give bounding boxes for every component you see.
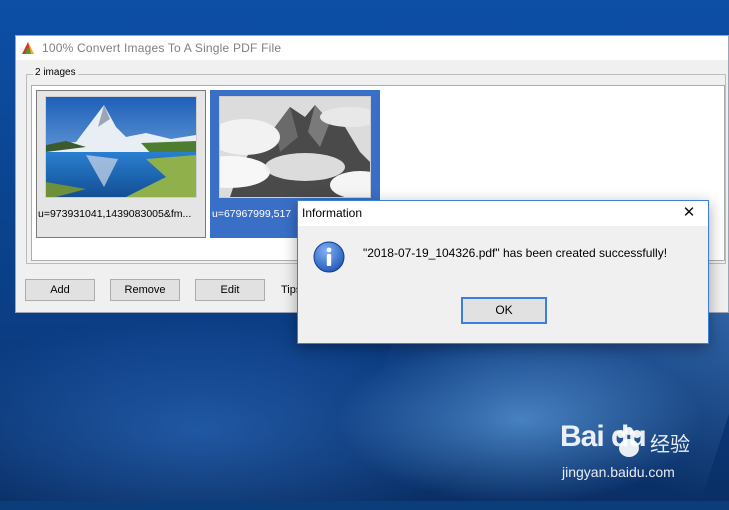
window-title: 100% Convert Images To A Single PDF File	[42, 41, 282, 55]
close-icon[interactable]: ✕	[674, 202, 704, 224]
watermark-cn: 经验	[650, 434, 690, 456]
image-thumb-1[interactable]: u=973931041,1439083005&fm...	[36, 90, 206, 238]
information-dialog: Information ✕ "2018-07-19_104326.pdf" ha…	[297, 200, 709, 344]
ok-button[interactable]: OK	[461, 297, 547, 324]
edit-button[interactable]: Edit	[195, 279, 265, 301]
images-count-label: 2 images	[33, 67, 78, 78]
info-icon	[313, 241, 345, 273]
main-titlebar[interactable]: 100% Convert Images To A Single PDF File	[16, 36, 728, 60]
watermark-url: jingyan.baidu.com	[562, 464, 675, 480]
dialog-message: "2018-07-19_104326.pdf" has been created…	[363, 246, 668, 260]
add-button[interactable]: Add	[25, 279, 95, 301]
thumbnail-lake-mountain	[45, 96, 197, 198]
dialog-title: Information	[302, 206, 363, 220]
app-icon	[22, 42, 34, 54]
image-caption: u=973931041,1439083005&fm...	[38, 208, 192, 220]
remove-button[interactable]: Remove	[110, 279, 180, 301]
dialog-titlebar[interactable]: Information ✕	[298, 201, 708, 226]
baidu-watermark: Bai du 经验 jingyan.baidu.com	[560, 420, 720, 490]
thumbnail-cloudy-peaks	[219, 96, 371, 198]
paw-icon	[617, 427, 641, 457]
